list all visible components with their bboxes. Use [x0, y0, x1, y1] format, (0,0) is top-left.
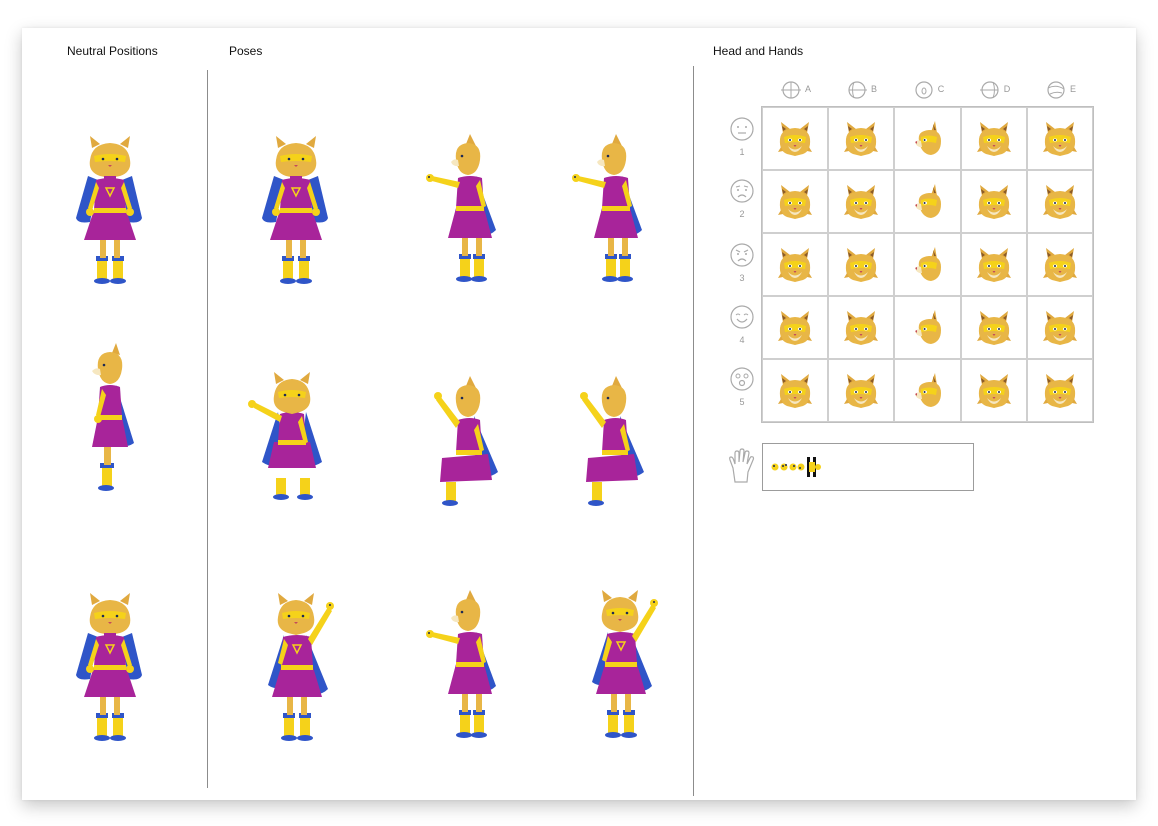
pose-figure [244, 356, 340, 506]
row-label: 5 [739, 397, 745, 407]
row-label: 3 [739, 273, 745, 283]
pose-figure [564, 362, 660, 512]
neutral-side-figure [62, 343, 158, 493]
head-angle-column-b: B [831, 80, 891, 100]
poses-heading: Poses [229, 44, 263, 58]
head-cell [1026, 107, 1093, 170]
head-cell [960, 170, 1027, 233]
pose-figure [418, 134, 514, 284]
head-cell [1026, 233, 1093, 296]
head-cell [828, 359, 895, 422]
head-front-icon [780, 81, 801, 99]
column-label: E [1069, 84, 1076, 94]
expression-row-3: 3 [725, 242, 759, 290]
neutral-positions-heading: Neutral Positions [67, 44, 158, 58]
head-cell [828, 107, 895, 170]
pose-figure [564, 134, 660, 284]
hand-variants [771, 457, 821, 477]
head-cell [960, 233, 1027, 296]
pose-figure [248, 136, 344, 286]
head-cell [894, 233, 961, 296]
head-cell [894, 359, 961, 422]
column-label: A [804, 84, 811, 94]
head-cell [894, 296, 961, 359]
hand-icon [729, 448, 755, 483]
head-cell [828, 170, 895, 233]
pose-figure [572, 590, 668, 740]
neutral-face-icon [730, 117, 754, 141]
head-cell [762, 107, 829, 170]
hands-panel [762, 443, 974, 491]
head-cell [762, 170, 829, 233]
head-cell [960, 359, 1027, 422]
head-cell [762, 296, 829, 359]
head-expression-grid [761, 106, 1094, 423]
angry-face-icon [730, 243, 754, 267]
head-three-quarter-icon [848, 81, 867, 99]
head-cell [828, 233, 895, 296]
expression-row-2: 2 [725, 178, 759, 226]
head-and-hands-heading: Head and Hands [713, 44, 804, 58]
head-angle-column-c: C [898, 80, 958, 100]
worried-face-icon [730, 179, 754, 203]
head-angle-column-a: A [765, 80, 825, 100]
pose-figure [248, 593, 344, 743]
neutral-three-quarter-figure [62, 593, 158, 743]
happy-face-icon [730, 305, 754, 329]
head-cell [960, 107, 1027, 170]
head-cell [1026, 170, 1093, 233]
head-back-icon [1047, 81, 1065, 99]
column-label: C [937, 84, 945, 94]
head-cell [960, 296, 1027, 359]
divider-line [693, 66, 694, 796]
head-angle-column-d: D [964, 80, 1024, 100]
neutral-front-figure [62, 136, 158, 286]
pose-figure [418, 590, 514, 740]
character-model-sheet: Neutral Positions Poses Head and Hands A… [22, 28, 1136, 800]
head-cell [1026, 296, 1093, 359]
surprised-face-icon [730, 367, 754, 391]
head-cell [894, 107, 961, 170]
divider-line [207, 70, 208, 788]
expression-row-5: 5 [725, 366, 759, 414]
head-side-icon [915, 81, 933, 99]
row-label: 1 [739, 147, 745, 157]
row-label: 2 [739, 209, 745, 219]
expression-row-4: 4 [725, 304, 759, 352]
head-three-quarter-back-icon [979, 81, 999, 99]
column-label: B [870, 84, 877, 94]
column-label: D [1003, 84, 1011, 94]
head-angle-column-e: E [1030, 80, 1090, 100]
head-cell [1026, 359, 1093, 422]
head-cell [762, 233, 829, 296]
expression-row-1: 1 [725, 116, 759, 164]
head-cell [828, 296, 895, 359]
head-cell [894, 170, 961, 233]
head-cell [762, 359, 829, 422]
row-label: 4 [739, 335, 745, 345]
pose-figure [418, 362, 514, 512]
